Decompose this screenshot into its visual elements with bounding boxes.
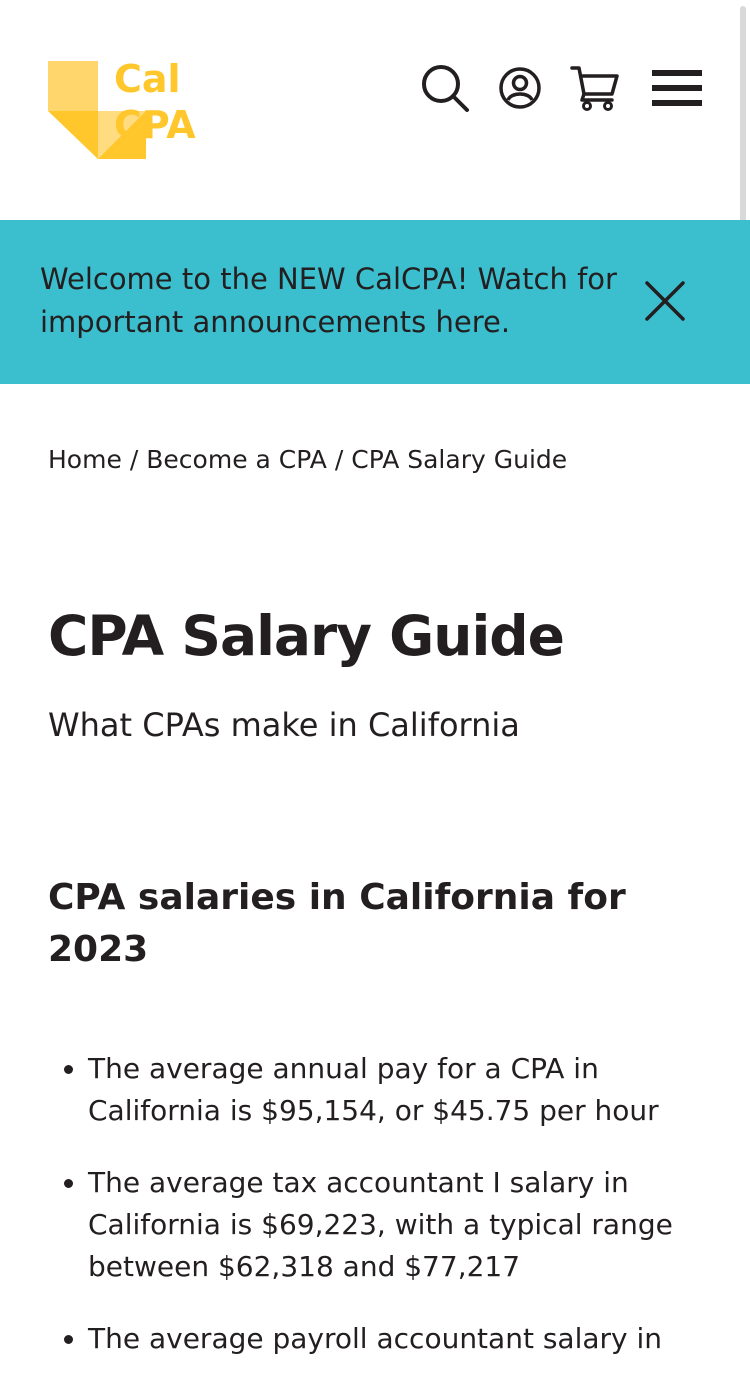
logo-line-1: Cal <box>114 57 181 101</box>
close-icon <box>645 281 685 321</box>
search-button[interactable] <box>418 60 472 116</box>
salary-bullet-list: The average annual pay for a CPA in Cali… <box>48 1048 708 1390</box>
section-heading: CPA salaries in California for 2023 <box>48 877 626 970</box>
close-banner-button[interactable] <box>640 276 690 326</box>
search-icon <box>422 65 469 112</box>
list-item: The average payroll accountant salary in <box>88 1318 708 1360</box>
account-icon <box>499 67 541 109</box>
logo-wordmark: Cal CPA <box>114 56 196 148</box>
account-button[interactable] <box>496 60 544 116</box>
breadcrumb-separator: / <box>129 445 139 474</box>
logo-line-2: CPA <box>114 103 196 147</box>
breadcrumb-home[interactable]: Home <box>48 445 122 474</box>
breadcrumb: Home / Become a CPA / CPA Salary Guide <box>48 442 567 478</box>
page-title: CPA Salary Guide <box>48 604 565 668</box>
breadcrumb-separator: / <box>334 445 344 474</box>
calcpa-logo[interactable]: Cal CPA <box>48 56 258 162</box>
breadcrumb-become-a-cpa[interactable]: Become a CPA <box>146 445 327 474</box>
page-scrollbar[interactable] <box>740 6 746 232</box>
site-header: Cal CPA <box>0 0 750 220</box>
page-subtitle: What CPAs make in California <box>48 706 520 744</box>
breadcrumb-current: CPA Salary Guide <box>351 445 568 474</box>
list-item: The average annual pay for a CPA in Cali… <box>88 1048 708 1132</box>
menu-button[interactable] <box>648 60 706 116</box>
hamburger-menu-icon <box>652 70 702 106</box>
cart-button[interactable] <box>568 60 622 116</box>
announcement-text: Welcome to the NEW CalCPA! Watch for imp… <box>40 262 617 339</box>
list-item: The average tax accountant I salary in C… <box>88 1162 708 1288</box>
cart-icon <box>570 66 619 111</box>
announcement-banner: Welcome to the NEW CalCPA! Watch for imp… <box>0 220 750 384</box>
